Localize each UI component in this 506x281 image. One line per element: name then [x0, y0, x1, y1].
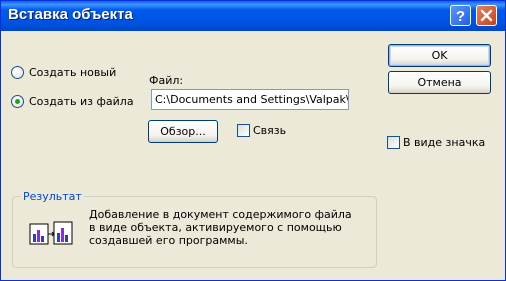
title-bar[interactable]: Вставка объекта ?	[1, 1, 505, 31]
create-new-radio-circle[interactable]	[11, 65, 24, 79]
close-icon	[480, 9, 493, 22]
embedded-object-icon	[29, 221, 73, 245]
help-icon: ?	[456, 8, 465, 25]
as-icon-checkbox[interactable]: В виде значка	[387, 135, 485, 149]
result-group-title: Результат	[21, 190, 84, 203]
ok-button[interactable]: OK	[388, 44, 491, 67]
cancel-button[interactable]: Отмена	[388, 71, 491, 94]
help-button[interactable]: ?	[450, 5, 471, 26]
svg-text:?: ?	[456, 8, 465, 25]
create-new-label: Создать новый	[29, 65, 117, 79]
result-line-3: создавшей его программы.	[89, 234, 248, 247]
as-icon-checkbox-label: В виде значка	[403, 135, 486, 149]
file-label: Файл:	[149, 74, 184, 87]
link-checkbox-label: Связь	[253, 123, 287, 137]
result-line-1: Добавление в документ содержимого файла	[89, 208, 352, 221]
result-description: Добавление в документ содержимого файла …	[89, 208, 369, 247]
link-checkbox-box[interactable]	[237, 123, 250, 137]
close-button[interactable]	[476, 5, 497, 26]
result-line-2: в виде объекта, активируемого с помощью	[89, 221, 342, 234]
dialog-title: Вставка объекта	[8, 6, 133, 23]
file-path-input[interactable]: C:\Documents and Settings\Valpak\Mo	[151, 89, 349, 110]
create-new-radio[interactable]: Создать новый	[11, 64, 116, 80]
browse-button[interactable]: Обзор...	[148, 120, 218, 143]
link-checkbox[interactable]: Связь	[237, 123, 286, 137]
create-from-file-radio-circle[interactable]	[11, 94, 24, 108]
as-icon-checkbox-box[interactable]	[387, 135, 400, 149]
create-from-file-label: Создать из файла	[29, 94, 134, 108]
insert-object-dialog: Вставка объекта ? Создать новый Создать …	[0, 0, 506, 281]
create-from-file-radio[interactable]: Создать из файла	[11, 93, 134, 109]
radio-selected-dot	[15, 98, 20, 104]
